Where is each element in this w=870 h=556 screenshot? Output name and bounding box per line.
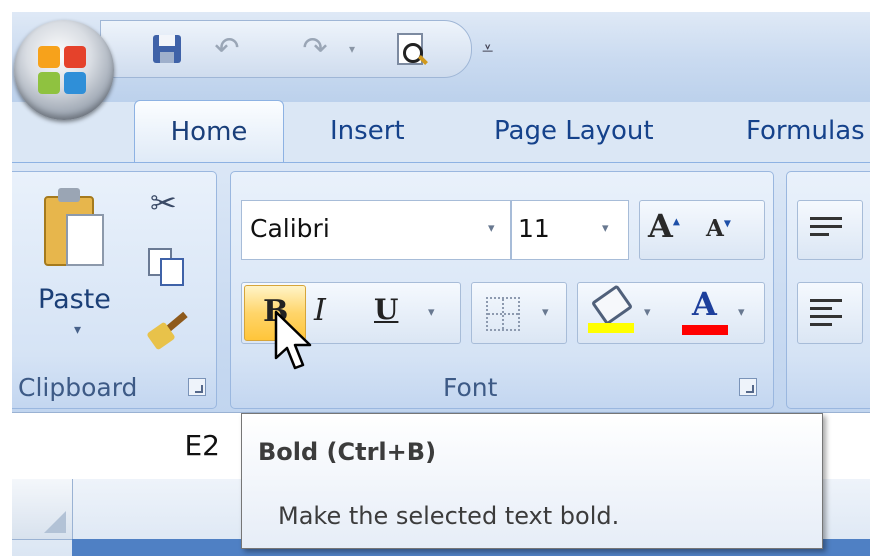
mouse-cursor-icon — [274, 310, 312, 370]
undo-icon[interactable]: ↶ — [209, 31, 245, 67]
font-color-dropdown-icon[interactable]: ▾ — [738, 305, 745, 320]
fill-color-dropdown-icon[interactable]: ▾ — [644, 305, 651, 320]
ribbon-tabs: Home Insert Page Layout Formulas — [12, 100, 870, 163]
cut-icon[interactable]: ✂ — [150, 184, 177, 222]
office-button-icon[interactable] — [14, 20, 114, 120]
undo-dropdown-icon[interactable]: ▾ — [349, 31, 365, 67]
grow-font-button[interactable]: A▴ — [648, 207, 702, 253]
clipboard-launcher-icon[interactable] — [188, 378, 206, 396]
underline-dropdown-icon[interactable]: ▾ — [428, 305, 435, 320]
font-name-combo[interactable]: Calibri ▾ — [241, 200, 511, 260]
tooltip-description: Make the selected text bold. — [278, 502, 620, 530]
quick-access-toolbar: ↶ ↷ ▾ — [100, 20, 472, 78]
top-align-button[interactable] — [797, 200, 863, 260]
align-left-button[interactable] — [797, 282, 863, 344]
font-group: Calibri ▾ 11 ▾ A▴ A▾ B I U ▾ ▾ — [230, 171, 774, 409]
print-preview-icon[interactable] — [391, 31, 428, 67]
font-color-icon[interactable]: A — [682, 285, 728, 337]
excel-window: ↶ ↷ ▾ ⩡ Home Insert Page Layout Formulas… — [12, 12, 870, 556]
borders-icon — [486, 297, 520, 331]
tooltip-title: Bold (Ctrl+B) — [258, 438, 437, 466]
font-name-dropdown-icon[interactable]: ▾ — [488, 221, 495, 236]
font-size-combo[interactable]: 11 ▾ — [511, 200, 629, 260]
color-strip: ▾ A ▾ — [577, 282, 765, 344]
customize-qat-icon[interactable]: ⩡ — [482, 36, 493, 60]
clipboard-group: Paste ▾ ✂ Clipboard — [12, 171, 217, 409]
format-painter-icon[interactable] — [146, 311, 188, 352]
underline-button[interactable]: U — [374, 293, 398, 326]
ribbon: Paste ▾ ✂ Clipboard Calibri ▾ 11 ▾ A▴ A▾… — [12, 162, 870, 413]
font-size-value: 11 — [518, 214, 550, 243]
font-size-dropdown-icon[interactable]: ▾ — [602, 221, 609, 236]
title-bar: ↶ ↷ ▾ ⩡ — [12, 12, 870, 102]
clipboard-group-label: Clipboard — [18, 373, 138, 402]
copy-icon[interactable] — [148, 248, 184, 286]
grow-shrink-strip: A▴ A▾ — [639, 200, 765, 260]
font-name-value: Calibri — [250, 214, 330, 243]
save-icon[interactable] — [149, 31, 185, 67]
name-box[interactable]: E2 — [12, 413, 236, 479]
redo-icon[interactable]: ↷ — [297, 31, 333, 67]
font-launcher-icon[interactable] — [739, 378, 757, 396]
alignment-group — [786, 171, 870, 409]
tab-formulas[interactable]: Formulas — [746, 100, 865, 162]
font-group-label: Font — [443, 373, 498, 402]
borders-button[interactable]: ▾ — [471, 282, 567, 344]
shrink-font-button[interactable]: A▾ — [706, 215, 760, 255]
tab-page-layout[interactable]: Page Layout — [494, 100, 654, 162]
name-box-value: E2 — [184, 429, 220, 462]
paste-dropdown-icon[interactable]: ▾ — [74, 322, 81, 338]
borders-dropdown-icon[interactable]: ▾ — [542, 305, 549, 320]
select-all-button[interactable] — [12, 479, 73, 540]
fill-color-icon[interactable] — [588, 284, 634, 335]
bold-tooltip: Bold (Ctrl+B) Make the selected text bol… — [241, 413, 823, 549]
paste-icon[interactable] — [44, 188, 104, 268]
tab-home[interactable]: Home — [134, 100, 284, 163]
tab-insert[interactable]: Insert — [330, 100, 405, 162]
paste-button[interactable]: Paste — [38, 284, 111, 315]
